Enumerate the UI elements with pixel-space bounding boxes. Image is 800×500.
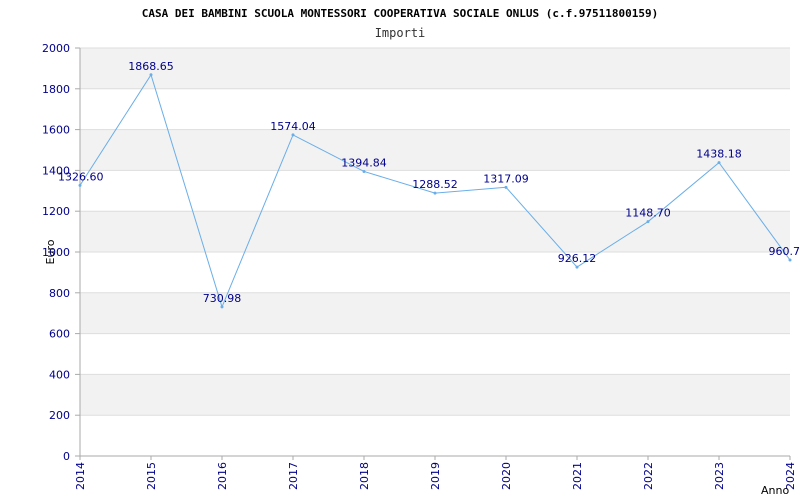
x-tick-label: 2021: [571, 462, 584, 490]
chart-title: CASA DEI BAMBINI SCUOLA MONTESSORI COOPE…: [142, 7, 659, 20]
data-label: 730.98: [203, 292, 242, 305]
x-tick-labels: 2014 2015 2016 2017 2018 2019 2020 2021 2022 2023…: [74, 462, 797, 490]
y-tick-label: 1200: [42, 205, 70, 218]
data-point: [149, 73, 153, 77]
data-label: 1574.04: [270, 120, 316, 133]
data-point: [78, 183, 82, 187]
plot-band: [80, 129, 790, 171]
x-tick-label: 2014: [74, 462, 87, 490]
data-label: 1868.65: [128, 60, 174, 73]
y-axis-label: Euro: [44, 239, 57, 264]
data-labels: 1326.60 1868.65 730.98 1574.04 1394.84 1288.5…: [58, 60, 800, 305]
data-point: [504, 185, 508, 189]
data-point: [646, 220, 650, 224]
data-point: [220, 305, 224, 309]
x-tick-label: 2018: [358, 462, 371, 490]
data-point: [788, 258, 792, 262]
plot-band: [80, 292, 790, 334]
data-point: [717, 161, 721, 165]
y-tick-label: 800: [49, 287, 70, 300]
x-tick-label: 2015: [145, 462, 158, 490]
data-label: 1288.52: [412, 178, 458, 191]
data-label: 1438.18: [696, 148, 742, 161]
data-label: 1394.84: [341, 156, 387, 169]
data-label: 1326.60: [58, 170, 104, 183]
y-tick-label: 400: [49, 368, 70, 381]
plot-band: [80, 374, 790, 416]
y-tick-label: 1600: [42, 124, 70, 137]
plot-band: [80, 211, 790, 252]
data-point: [575, 265, 579, 269]
chart-subtitle: Importi: [375, 26, 426, 40]
x-tick-label: 2023: [713, 462, 726, 490]
x-tick-label: 2020: [500, 462, 513, 490]
x-tick-label: 2019: [429, 462, 442, 490]
y-tick-label: 2000: [42, 42, 70, 55]
y-tick-label: 600: [49, 328, 70, 341]
data-point: [291, 133, 295, 137]
data-label: 1148.70: [625, 207, 671, 220]
x-tick-label: 2022: [642, 462, 655, 490]
data-label: 926.12: [558, 252, 597, 265]
line-chart: CASA DEI BAMBINI SCUOLA MONTESSORI COOPE…: [42, 7, 800, 497]
y-tick-label: 1800: [42, 83, 70, 96]
y-tick-label: 0: [63, 450, 70, 463]
data-point: [433, 191, 437, 195]
plot-bands: [80, 48, 790, 416]
x-axis-label: Anno: [761, 484, 789, 497]
x-tick-label: 2016: [216, 462, 229, 490]
y-tick-label: 200: [49, 409, 70, 422]
data-label: 960.7: [769, 245, 800, 258]
data-point: [362, 169, 366, 173]
x-tick-label: 2017: [287, 462, 300, 490]
plot-band: [80, 48, 790, 89]
data-label: 1317.09: [483, 172, 529, 185]
